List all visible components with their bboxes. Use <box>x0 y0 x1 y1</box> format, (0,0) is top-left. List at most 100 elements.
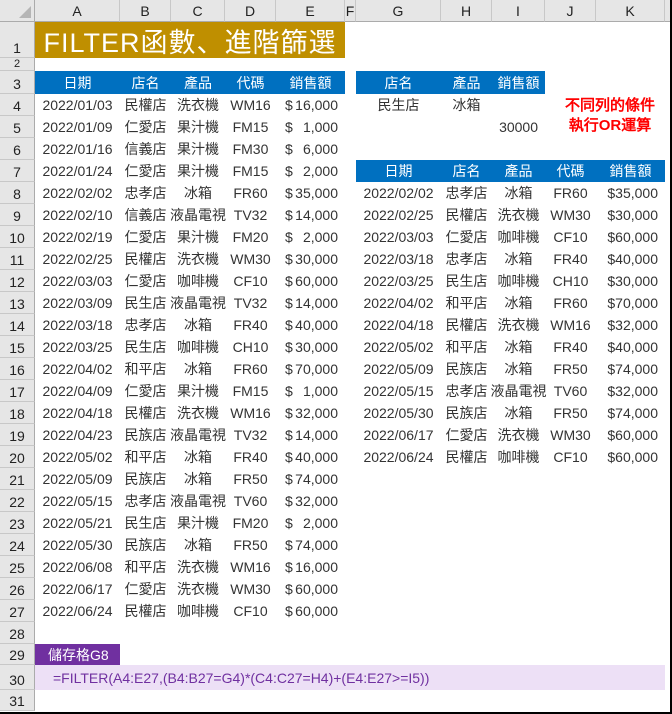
source-cell[interactable]: 液晶電視 <box>170 292 226 314</box>
source-cell[interactable]: $30,000 <box>276 248 345 270</box>
result-cell[interactable]: 民權店 <box>441 314 492 336</box>
source-cell[interactable]: $40,000 <box>276 314 345 336</box>
source-cell[interactable]: 仁愛店 <box>120 380 171 402</box>
source-cell[interactable]: 2022/05/15 <box>35 490 120 512</box>
result-cell[interactable]: 忠孝店 <box>441 248 492 270</box>
result-cell[interactable]: CF10 <box>545 446 596 468</box>
source-cell[interactable]: $2,000 <box>276 226 345 248</box>
source-cell[interactable]: $60,000 <box>276 270 345 292</box>
row-header-2[interactable]: 2 <box>0 58 35 71</box>
result-cell[interactable]: 仁愛店 <box>441 226 492 248</box>
source-cell[interactable]: CF10 <box>225 270 276 292</box>
source-cell[interactable]: WM16 <box>225 556 276 578</box>
row-header-13[interactable]: 13 <box>0 292 35 314</box>
source-cell[interactable]: 2022/02/10 <box>35 204 120 226</box>
row-header-7[interactable]: 7 <box>0 160 35 182</box>
source-cell[interactable]: $32,000 <box>276 490 345 512</box>
row-header-16[interactable]: 16 <box>0 358 35 380</box>
result-cell[interactable]: FR50 <box>545 358 596 380</box>
row-header-3[interactable]: 3 <box>0 71 35 94</box>
source-cell[interactable]: WM30 <box>225 578 276 600</box>
source-cell[interactable]: FR40 <box>225 446 276 468</box>
criteria-cell[interactable] <box>441 116 492 138</box>
source-cell[interactable]: 仁愛店 <box>120 578 171 600</box>
source-cell[interactable]: FM30 <box>225 138 276 160</box>
source-cell[interactable]: TV32 <box>225 204 276 226</box>
source-cell[interactable]: 液晶電視 <box>170 424 226 446</box>
source-cell[interactable]: 忠孝店 <box>120 314 171 336</box>
result-cell[interactable]: 民族店 <box>441 402 492 424</box>
result-cell[interactable]: FR40 <box>545 336 596 358</box>
source-cell[interactable]: $1,000 <box>276 116 345 138</box>
column-header-a[interactable]: A <box>35 0 120 22</box>
source-cell[interactable]: 2022/06/17 <box>35 578 120 600</box>
result-cell[interactable]: 2022/04/02 <box>356 292 441 314</box>
source-cell[interactable]: $32,000 <box>276 402 345 424</box>
column-header-d[interactable]: D <box>225 0 276 22</box>
source-cell[interactable]: 和平店 <box>120 358 171 380</box>
source-cell[interactable]: $60,000 <box>276 578 345 600</box>
result-cell[interactable]: 冰箱 <box>492 402 545 424</box>
source-cell[interactable]: 2022/04/09 <box>35 380 120 402</box>
source-cell[interactable]: FM15 <box>225 160 276 182</box>
source-cell[interactable]: 冰箱 <box>171 314 225 336</box>
source-cell[interactable]: 2022/03/03 <box>35 270 120 292</box>
result-cell[interactable]: CF10 <box>545 226 596 248</box>
result-cell[interactable]: 和平店 <box>441 336 492 358</box>
source-cell[interactable]: CF10 <box>225 600 276 622</box>
source-cell[interactable]: 2022/03/25 <box>35 336 120 358</box>
source-cell[interactable]: 果汁機 <box>171 512 225 534</box>
source-cell[interactable]: 民族店 <box>120 424 171 446</box>
source-cell[interactable]: 2022/06/08 <box>35 556 120 578</box>
row-header-5[interactable]: 5 <box>0 116 35 138</box>
column-header-b[interactable]: B <box>120 0 171 22</box>
source-cell[interactable]: 2022/02/19 <box>35 226 120 248</box>
source-cell[interactable]: 民族店 <box>120 534 171 556</box>
result-cell[interactable]: 2022/05/09 <box>356 358 441 380</box>
source-cell[interactable]: $2,000 <box>276 160 345 182</box>
source-cell[interactable]: 洗衣機 <box>171 94 225 116</box>
select-all-corner[interactable] <box>0 0 35 22</box>
result-cell[interactable]: 2022/06/24 <box>356 446 441 468</box>
source-cell[interactable]: 果汁機 <box>171 138 225 160</box>
result-cell[interactable]: $40,000 <box>596 248 665 270</box>
result-cell[interactable]: FR40 <box>545 248 596 270</box>
result-cell[interactable]: $74,000 <box>596 402 665 424</box>
result-cell[interactable]: FR60 <box>545 182 596 204</box>
result-cell[interactable]: WM30 <box>545 204 596 226</box>
source-cell[interactable]: $6,000 <box>276 138 345 160</box>
row-header-8[interactable]: 8 <box>0 182 35 204</box>
source-cell[interactable]: 民生店 <box>120 336 171 358</box>
source-cell[interactable]: WM16 <box>225 94 276 116</box>
result-cell[interactable]: 民生店 <box>441 270 492 292</box>
criteria-cell[interactable]: 冰箱 <box>441 94 492 116</box>
source-cell[interactable]: 液晶電視 <box>170 204 226 226</box>
row-header-29[interactable]: 29 <box>0 644 35 665</box>
row-header-14[interactable]: 14 <box>0 314 35 336</box>
source-cell[interactable]: 果汁機 <box>171 160 225 182</box>
result-cell[interactable]: 2022/05/30 <box>356 402 441 424</box>
source-cell[interactable]: 民族店 <box>120 468 171 490</box>
source-cell[interactable]: 2022/02/25 <box>35 248 120 270</box>
source-cell[interactable]: 洗衣機 <box>171 556 225 578</box>
result-cell[interactable]: 液晶電視 <box>491 380 547 402</box>
source-cell[interactable]: $74,000 <box>276 534 345 556</box>
row-header-27[interactable]: 27 <box>0 600 35 622</box>
result-cell[interactable]: $32,000 <box>596 314 665 336</box>
source-cell[interactable]: 民生店 <box>120 512 171 534</box>
row-header-24[interactable]: 24 <box>0 534 35 556</box>
result-cell[interactable]: 民權店 <box>441 204 492 226</box>
column-header-h[interactable]: H <box>441 0 492 22</box>
source-cell[interactable]: 信義店 <box>120 204 171 226</box>
source-cell[interactable]: FR60 <box>225 182 276 204</box>
result-cell[interactable]: 2022/03/25 <box>356 270 441 292</box>
result-cell[interactable]: $30,000 <box>596 270 665 292</box>
row-header-1[interactable]: 1 <box>0 22 35 58</box>
source-cell[interactable]: $16,000 <box>276 556 345 578</box>
result-cell[interactable]: 仁愛店 <box>441 424 492 446</box>
source-cell[interactable]: $2,000 <box>276 512 345 534</box>
result-cell[interactable]: 咖啡機 <box>492 226 545 248</box>
result-cell[interactable]: 2022/02/25 <box>356 204 441 226</box>
result-cell[interactable]: $74,000 <box>596 358 665 380</box>
source-cell[interactable]: 仁愛店 <box>120 270 171 292</box>
